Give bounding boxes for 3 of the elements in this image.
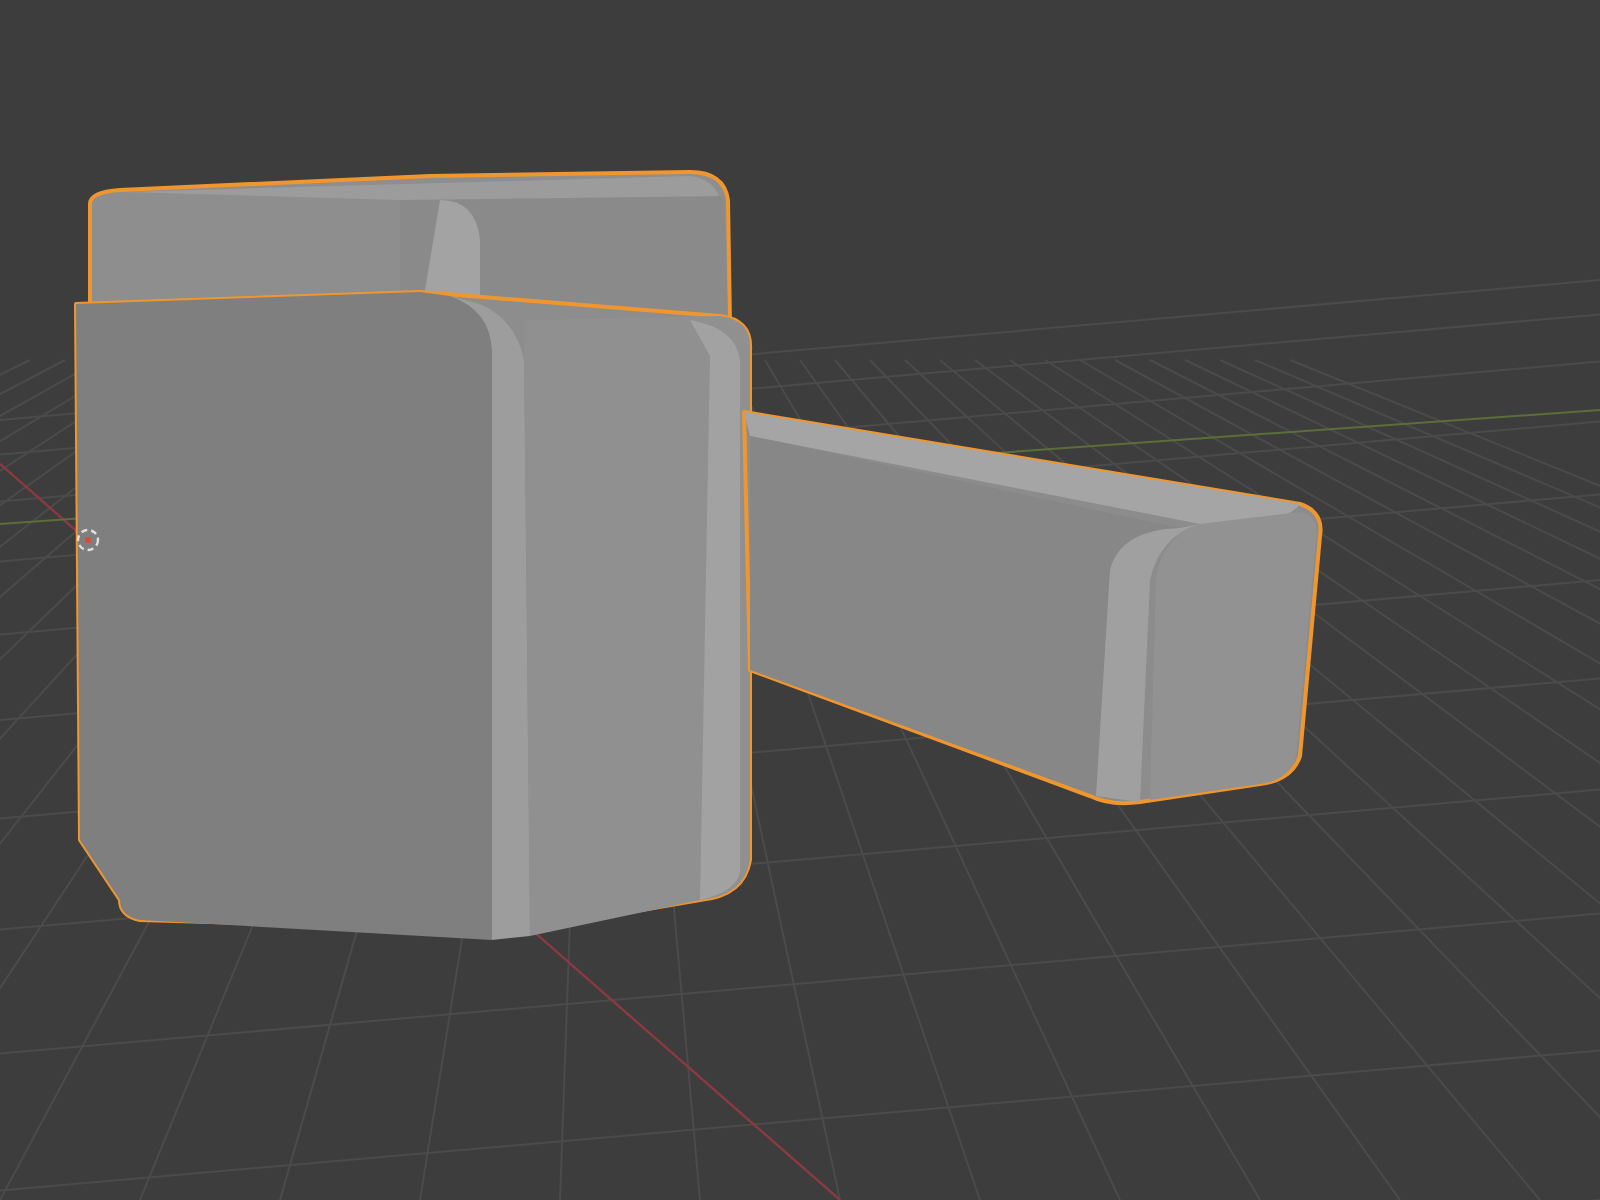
origin-crosshair-icon <box>76 528 100 552</box>
box-drawing[interactable] <box>74 170 753 940</box>
tray-drawing[interactable] <box>742 410 1323 806</box>
